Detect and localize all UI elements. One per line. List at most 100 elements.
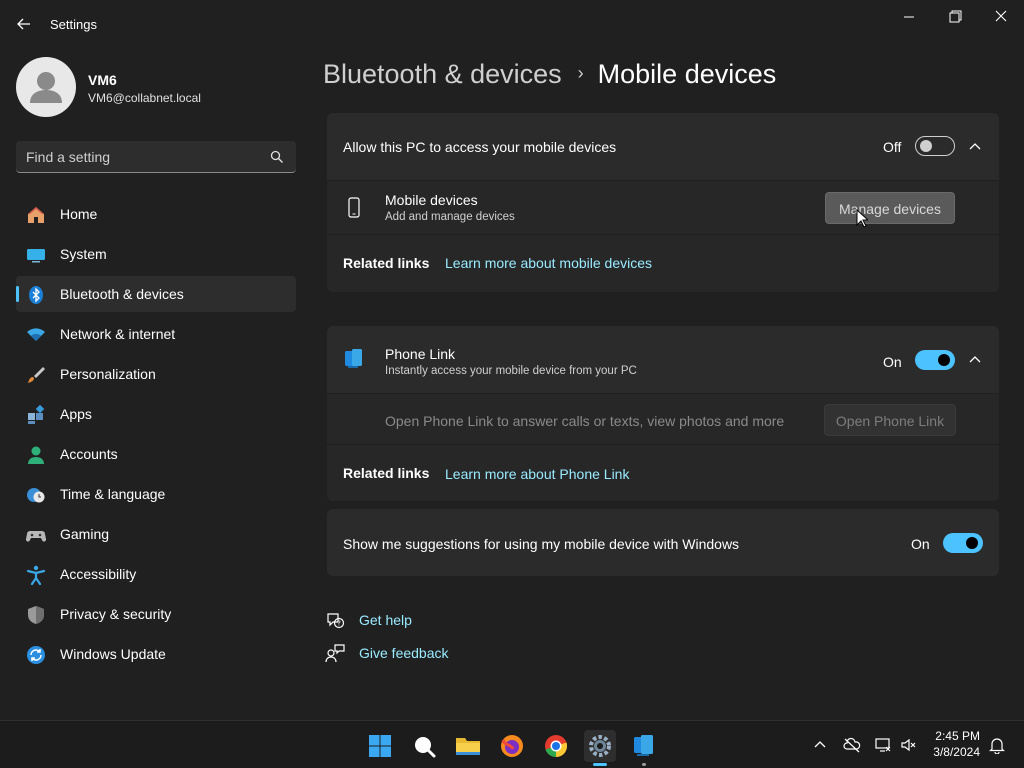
brush-icon: [26, 365, 46, 385]
accessibility-icon: [26, 565, 46, 586]
search-icon[interactable]: [270, 150, 284, 164]
phone-link-icon: [343, 348, 365, 370]
avatar[interactable]: [16, 57, 76, 117]
title-bar: Settings: [0, 0, 1024, 48]
mobile-access-state: Off: [883, 139, 902, 155]
related-links-row: Related links Learn more about Phone Lin…: [327, 445, 999, 501]
phone-link-description: Instantly access your mobile device from…: [385, 365, 637, 377]
suggestions-card: Show me suggestions for using my mobile …: [327, 509, 999, 576]
clock-globe-icon: [26, 485, 46, 505]
restore-button[interactable]: [941, 8, 969, 26]
related-links-label: Related links: [343, 255, 430, 271]
mobile-access-card: Allow this PC to access your mobile devi…: [327, 113, 999, 292]
network-icon[interactable]: [874, 736, 892, 754]
phone-link-icon[interactable]: [628, 730, 660, 766]
user-email: VM6@collabnet.local: [88, 91, 201, 105]
clock-date[interactable]: 3/8/2024: [932, 745, 980, 759]
open-phone-link-text: Open Phone Link to answer calls or texts…: [385, 413, 785, 429]
sidebar-item-label: Network & internet: [60, 326, 176, 342]
related-links-label: Related links: [343, 465, 430, 481]
user-name: VM6: [88, 72, 117, 88]
breadcrumb-parent[interactable]: Bluetooth & devices: [323, 59, 562, 89]
sidebar-item-label: Bluetooth & devices: [60, 286, 184, 302]
minimize-button[interactable]: [895, 8, 923, 26]
chevron-up-icon[interactable]: [967, 352, 983, 368]
sidebar-item-bluetooth[interactable]: Bluetooth & devices: [16, 276, 296, 312]
sidebar-item-label: Time & language: [60, 486, 166, 502]
sidebar-item-network[interactable]: Network & internet: [16, 316, 296, 352]
settings-icon[interactable]: [584, 730, 616, 766]
sidebar-item-privacy[interactable]: Privacy & security: [16, 596, 296, 632]
start-icon[interactable]: [364, 730, 396, 762]
learn-more-mobile-devices-link[interactable]: Learn more about mobile devices: [445, 255, 652, 271]
search-input[interactable]: [26, 141, 266, 172]
open-phone-link-button[interactable]: Open Phone Link: [824, 404, 956, 436]
sidebar-item-label: System: [60, 246, 107, 262]
notification-bell-icon[interactable]: [988, 736, 1006, 755]
home-icon: [26, 205, 46, 225]
apps-icon: [26, 404, 46, 425]
sidebar-item-label: Gaming: [60, 526, 110, 542]
mobile-devices-row: Mobile devices Add and manage devices Ma…: [327, 181, 999, 234]
mobile-access-header[interactable]: Allow this PC to access your mobile devi…: [327, 113, 999, 180]
sidebar-item-label: Accounts: [60, 446, 118, 462]
onedrive-offline-icon[interactable]: [843, 736, 861, 754]
mobile-access-title: Allow this PC to access your mobile devi…: [343, 139, 617, 155]
sidebar-item-gaming[interactable]: Gaming: [16, 516, 296, 552]
sidebar-item-apps[interactable]: Apps: [16, 396, 296, 432]
accounts-icon: [26, 445, 46, 465]
sidebar-item-accounts[interactable]: Accounts: [16, 436, 296, 472]
learn-more-phone-link-link[interactable]: Learn more about Phone Link: [445, 466, 629, 482]
suggestions-toggle[interactable]: [943, 533, 983, 553]
sidebar-item-personalization[interactable]: Personalization: [16, 356, 296, 392]
shield-icon: [26, 605, 46, 625]
related-links-row: Related links Learn more about mobile de…: [327, 235, 999, 292]
volume-muted-icon[interactable]: [900, 736, 918, 754]
suggestions-title: Show me suggestions for using my mobile …: [343, 536, 740, 552]
firefox-icon[interactable]: [496, 730, 528, 762]
phone-link-toggle[interactable]: [915, 350, 955, 370]
suggestions-state: On: [911, 536, 930, 552]
phone-link-card: Phone Link Instantly access your mobile …: [327, 326, 999, 501]
search-box[interactable]: [16, 141, 296, 173]
breadcrumb-separator: ›: [577, 63, 584, 83]
file-explorer-icon[interactable]: [452, 730, 484, 762]
back-arrow-icon[interactable]: [12, 12, 36, 36]
sidebar-item-label: Windows Update: [60, 646, 166, 662]
running-app-indicator: [642, 763, 646, 766]
page-title: Mobile devices: [597, 59, 777, 89]
phone-link-title: Phone Link: [385, 346, 456, 362]
sidebar-item-system[interactable]: System: [16, 236, 296, 272]
give-feedback-link[interactable]: Give feedback: [359, 645, 449, 661]
sidebar-item-label: Personalization: [60, 366, 156, 382]
taskbar: [0, 720, 1024, 768]
mobile-devices-title: Mobile devices: [385, 192, 478, 208]
manage-devices-button[interactable]: Manage devices: [825, 192, 955, 224]
sidebar-item-time-language[interactable]: Time & language: [16, 476, 296, 512]
clock-time[interactable]: 2:45 PM: [932, 729, 980, 743]
phone-link-state: On: [883, 354, 902, 370]
breadcrumb: Bluetooth & devices › Mobile devices: [323, 59, 776, 90]
help-icon: ?: [325, 610, 345, 630]
mouse-cursor-icon: [856, 208, 870, 229]
chevron-up-icon[interactable]: [811, 736, 829, 754]
sidebar-item-label: Privacy & security: [60, 606, 172, 622]
app-title: Settings: [50, 17, 97, 32]
bluetooth-icon: [26, 285, 46, 305]
chrome-icon[interactable]: [540, 730, 572, 762]
mobile-access-toggle[interactable]: [915, 136, 955, 156]
feedback-icon: [325, 643, 345, 663]
svg-text:?: ?: [337, 620, 341, 628]
close-button[interactable]: [987, 8, 1015, 26]
gamepad-icon: [25, 525, 47, 545]
sidebar-item-home[interactable]: Home: [16, 196, 296, 232]
get-help-link[interactable]: Get help: [359, 612, 412, 628]
sidebar-item-windows-update[interactable]: Windows Update: [16, 636, 296, 672]
sidebar-item-accessibility[interactable]: Accessibility: [16, 556, 296, 592]
chevron-up-icon[interactable]: [967, 139, 983, 155]
open-phone-link-row: Open Phone Link to answer calls or texts…: [327, 394, 999, 444]
selection-indicator: [16, 286, 19, 302]
sidebar-item-label: Apps: [60, 406, 92, 422]
phone-link-header[interactable]: Phone Link Instantly access your mobile …: [327, 326, 999, 393]
search-icon[interactable]: [408, 730, 440, 762]
